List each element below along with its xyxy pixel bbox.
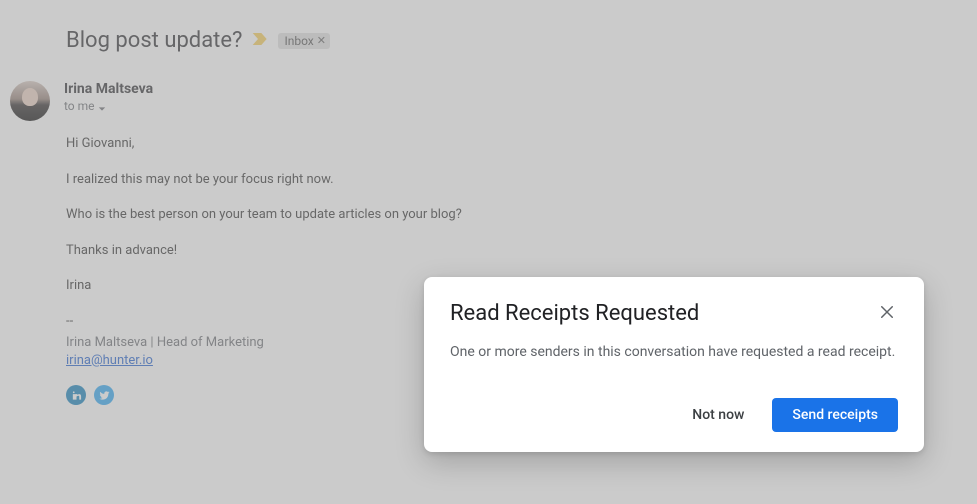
twitter-icon[interactable] xyxy=(94,385,114,405)
chevron-down-icon xyxy=(98,102,106,110)
body-greeting: Hi Giovanni, xyxy=(66,135,937,153)
close-icon xyxy=(878,303,896,321)
remove-label-icon[interactable]: ✕ xyxy=(317,35,326,46)
body-line: Who is the best person on your team to u… xyxy=(66,206,937,224)
body-thanks: Thanks in advance! xyxy=(66,242,937,260)
sender-name: Irina Maltseva xyxy=(64,81,153,97)
recipient-dropdown[interactable]: to me xyxy=(64,99,153,113)
signature-email-link[interactable]: irina@hunter.io xyxy=(66,353,153,368)
important-marker-icon[interactable] xyxy=(252,31,268,50)
subject-row: Blog post update? Inbox ✕ xyxy=(10,28,937,53)
not-now-button[interactable]: Not now xyxy=(672,398,764,432)
dialog-actions: Not now Send receipts xyxy=(450,398,898,432)
close-button[interactable] xyxy=(876,301,898,326)
sender-info: Irina Maltseva to me xyxy=(64,81,153,113)
label-chip-inbox[interactable]: Inbox ✕ xyxy=(278,33,330,49)
body-line: I realized this may not be your focus ri… xyxy=(66,171,937,189)
message-header: Irina Maltseva to me xyxy=(10,81,937,121)
label-chip-text: Inbox xyxy=(284,34,313,48)
to-line-text: to me xyxy=(64,99,95,113)
linkedin-icon[interactable] xyxy=(66,385,86,405)
avatar[interactable] xyxy=(10,81,50,121)
read-receipt-dialog: Read Receipts Requested One or more send… xyxy=(424,277,924,452)
email-subject: Blog post update? xyxy=(66,28,242,53)
send-receipts-button[interactable]: Send receipts xyxy=(772,398,898,432)
dialog-message: One or more senders in this conversation… xyxy=(450,342,898,362)
dialog-title: Read Receipts Requested xyxy=(450,301,699,326)
